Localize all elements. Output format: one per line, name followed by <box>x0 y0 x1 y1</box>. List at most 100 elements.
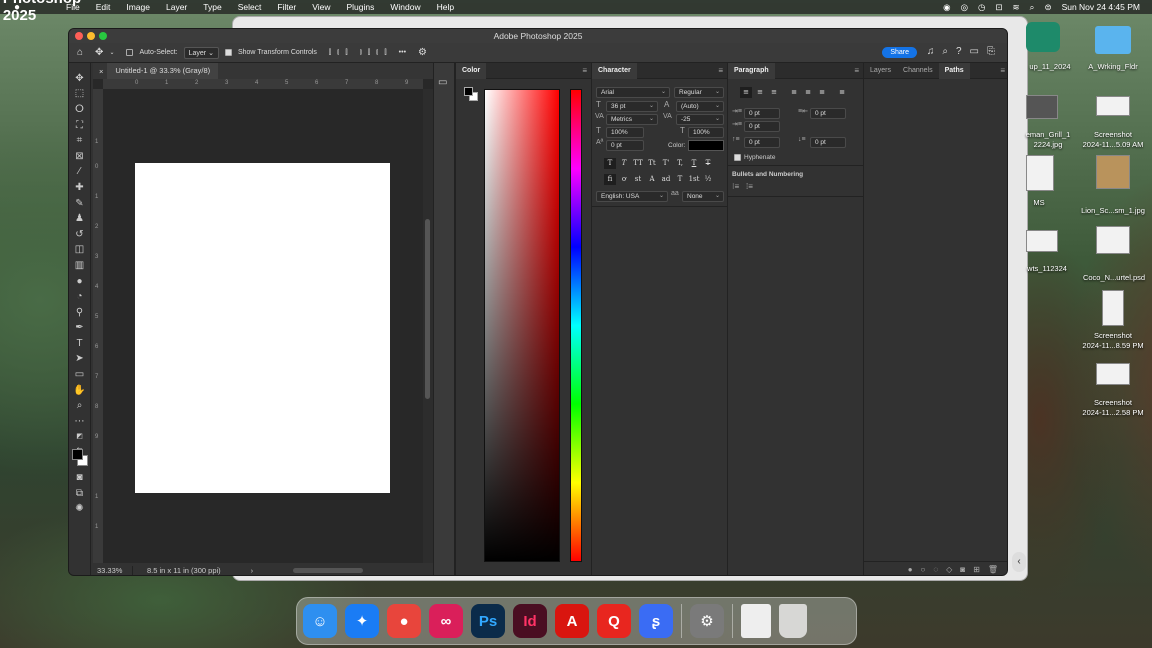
clone-stamp-tool-icon[interactable]: ♟ <box>73 212 87 226</box>
comments-icon[interactable]: ▭ <box>438 77 450 88</box>
vertical-scale-field[interactable]: 100% <box>606 127 644 138</box>
bullets-list-icon[interactable]: ⁝≡ <box>732 182 739 191</box>
desktop-item-label[interactable]: eman_Grill_1 2224.jpg <box>1020 130 1076 150</box>
delete-path-icon[interactable]: 🗑 <box>988 565 998 574</box>
close-tab-icon[interactable]: × <box>99 67 103 76</box>
faux-italic-button[interactable]: T <box>618 158 630 169</box>
space-before-field[interactable]: 0 pt <box>744 137 780 148</box>
desktop-item-label[interactable]: Screenshot 2024-11...5.09 AM <box>1078 130 1148 150</box>
numbered-list-icon[interactable]: ⁞≡ <box>746 182 753 191</box>
frame-tool-icon[interactable]: ⊠ <box>73 150 87 164</box>
panel-menu-icon[interactable]: ≡ <box>854 66 859 75</box>
dock-creative-cloud-icon[interactable]: ∞ <box>429 604 463 638</box>
align-center-text-icon[interactable]: ≡ <box>754 87 766 98</box>
vertical-scrollbar[interactable] <box>423 89 433 563</box>
align-bottom-icon[interactable]: ⫾ <box>376 49 378 57</box>
indent-right-field[interactable]: 0 pt <box>810 108 846 119</box>
psd-thumbnail[interactable] <box>1096 226 1130 254</box>
font-size-field[interactable]: 36 pt ⌄ <box>606 101 658 112</box>
more-options-button[interactable]: ••• <box>399 49 406 56</box>
horizontal-scrollbar-thumb[interactable] <box>293 568 363 573</box>
dock-signal-icon[interactable]: ʂ <box>639 604 673 638</box>
desktop-item-label[interactable]: MS <box>1026 198 1052 208</box>
small-caps-button[interactable]: Tt <box>646 158 658 169</box>
lock-icon[interactable]: ⊡ <box>995 2 1002 13</box>
old-style-button[interactable]: ơ <box>618 174 630 185</box>
all-caps-button[interactable]: TT <box>632 158 644 169</box>
kerning-field[interactable]: Metrics ⌄ <box>606 114 658 125</box>
close-window-icon[interactable] <box>75 32 83 40</box>
chevron-down-icon[interactable]: ⌄ <box>109 49 114 56</box>
menu-layer[interactable]: Layer <box>158 2 195 12</box>
record-icon[interactable]: ◎ <box>961 2 968 13</box>
window-titlebar[interactable]: Adobe Photoshop 2025 <box>69 29 1007 43</box>
space-after-field[interactable]: 0 pt <box>810 137 846 148</box>
menu-app-name[interactable]: Photoshop 2025 <box>3 0 81 24</box>
creative-cloud-status-icon[interactable]: ◉ <box>943 2 950 13</box>
history-brush-tool-icon[interactable]: ↺ <box>73 228 87 242</box>
more-tools-icon[interactable]: ⋯ <box>73 415 87 429</box>
strikethrough-button[interactable]: T <box>702 158 714 169</box>
align-left-text-icon[interactable]: ≡ <box>740 87 752 98</box>
stylistic-alternates-button[interactable]: ad <box>660 174 672 185</box>
justify-last-center-icon[interactable]: ≣ <box>802 87 814 98</box>
time-machine-backup-icon[interactable] <box>1026 22 1060 52</box>
underline-button[interactable]: T <box>688 158 700 169</box>
dock-adobe-express-icon[interactable]: Q <box>597 604 631 638</box>
make-work-path-icon[interactable]: ◇ <box>946 565 952 574</box>
horizontal-scale-field[interactable]: 100% <box>688 127 724 138</box>
align-top-icon[interactable]: ⫾ <box>360 49 362 57</box>
scrollbar-thumb[interactable] <box>425 219 430 399</box>
leading-field[interactable]: (Auto) ⌄ <box>676 101 724 112</box>
desktop-item-label[interactable]: Lion_Sc...sm_1.jpg <box>1078 206 1148 216</box>
collapse-panel-button[interactable]: ‹ <box>1012 552 1026 572</box>
align-right-icon[interactable]: ⫿ <box>345 49 347 57</box>
menu-image[interactable]: Image <box>118 2 158 12</box>
search-icon[interactable]: ⌕ <box>942 46 948 57</box>
color-swatches[interactable] <box>71 449 88 467</box>
dock-safari-icon[interactable]: ✦ <box>345 604 379 638</box>
desktop-item-label[interactable]: Screenshot 2024-11...8.59 PM <box>1078 331 1148 351</box>
object-select-tool-icon[interactable]: ⛶ <box>73 119 87 133</box>
menu-select[interactable]: Select <box>230 2 270 12</box>
stroke-path-icon[interactable]: ○ <box>921 565 926 574</box>
panel-menu-icon[interactable]: ≡ <box>582 66 587 75</box>
add-mask-icon[interactable]: ◙ <box>960 565 965 574</box>
text-color-swatch[interactable] <box>688 140 724 151</box>
pen-tool-icon[interactable]: ✒ <box>73 321 87 335</box>
status-menu-arrow[interactable]: › <box>251 566 254 575</box>
ordinals-button[interactable]: 1st <box>688 174 700 185</box>
menu-filter[interactable]: Filter <box>269 2 304 12</box>
sponge-tool-icon[interactable]: ⚲ <box>73 306 87 320</box>
subscript-button[interactable]: T, <box>674 158 686 169</box>
dodge-tool-icon[interactable]: ◔ <box>73 290 87 304</box>
fractions-button[interactable]: ½ <box>702 174 714 185</box>
wifi-icon[interactable]: ≋ <box>1013 2 1020 13</box>
screen-mode-icon[interactable]: ⧉ <box>73 487 87 501</box>
menu-type[interactable]: Type <box>195 2 229 12</box>
character-panel-tab[interactable]: Character <box>592 62 637 79</box>
eyedropper-tool-icon[interactable]: ⁄ <box>73 165 87 179</box>
home-icon[interactable]: ⌂ <box>77 47 83 58</box>
notification-bell-icon[interactable]: ♫ <box>927 46 935 57</box>
indent-left-field[interactable]: 0 pt <box>744 108 780 119</box>
swash-button[interactable]: A <box>646 174 658 185</box>
control-center-icon[interactable]: ⊜ <box>1044 2 1051 13</box>
align-left-icon[interactable]: ⫿ <box>329 49 331 57</box>
hyphenate-checkbox[interactable] <box>734 154 741 161</box>
help-icon[interactable]: ? <box>956 46 962 57</box>
minimize-window-icon[interactable] <box>87 32 95 40</box>
folder-icon[interactable] <box>1095 26 1131 54</box>
time-machine-icon[interactable]: ◷ <box>978 2 985 13</box>
panel-menu-icon[interactable]: ≡ <box>1000 66 1005 75</box>
titling-alternates-button[interactable]: T <box>674 174 686 185</box>
align-right-text-icon[interactable]: ≡ <box>768 87 780 98</box>
zoom-window-icon[interactable] <box>99 32 107 40</box>
brush-tool-icon[interactable]: ✎ <box>73 197 87 211</box>
color-panel-tab[interactable]: Color <box>456 62 487 79</box>
desktop-item-label[interactable]: Screenshot 2024-11...2.58 PM <box>1078 398 1148 418</box>
screenshot-thumbnail[interactable] <box>1102 290 1124 326</box>
menu-view[interactable]: View <box>304 2 338 12</box>
menu-help[interactable]: Help <box>429 2 462 12</box>
document-canvas[interactable] <box>135 163 390 493</box>
